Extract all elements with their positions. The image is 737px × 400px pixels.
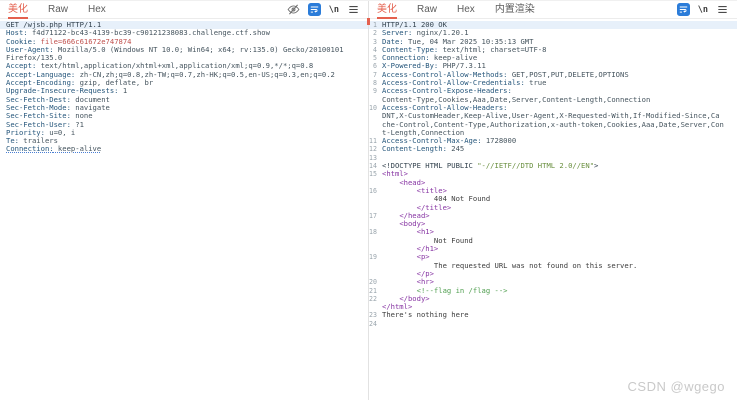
line-number: 21 — [369, 286, 377, 295]
split-handle — [367, 18, 370, 25]
request-editor[interactable]: GET /wjsb.php HTTP/1.1 Host: f4d71122-bc4… — [0, 19, 368, 400]
line-number — [369, 270, 382, 278]
response-toolbar: \n — [676, 1, 729, 18]
line-number — [369, 129, 382, 137]
line-number — [369, 237, 382, 245]
line-number: 18 — [369, 228, 377, 237]
line-number — [369, 195, 382, 203]
line-number — [369, 303, 382, 311]
newline-icon[interactable]: \n — [329, 3, 339, 16]
line-number: 5 — [373, 54, 377, 63]
line-number — [369, 262, 382, 270]
line-number — [369, 112, 382, 120]
code-line: Connection: keep-alive — [6, 144, 102, 154]
line-number: 17 — [369, 211, 377, 220]
response-panel: 美化 Raw Hex 内置渲染 \n 1 HTTP/1.1 200 OK 2 Server:… — [369, 1, 737, 400]
newline-icon[interactable]: \n — [698, 3, 708, 16]
tab-raw[interactable]: Raw — [417, 1, 437, 18]
line-number: 20 — [369, 278, 377, 287]
line-number: 3 — [373, 37, 377, 46]
tab-hex[interactable]: Hex — [457, 1, 475, 18]
response-tabbar: 美化 Raw Hex 内置渲染 \n — [369, 1, 737, 19]
code-line: 12 Content-Length: 245 — [369, 144, 465, 154]
hide-icon[interactable] — [287, 3, 300, 16]
http-traffic-viewer: 美化 Raw Hex \n GET /wjsb.php HTTP/1.1 Host: … — [0, 0, 737, 400]
response-editor[interactable]: 1 HTTP/1.1 200 OK 2 Server: nginx/1.20.1 3 Da… — [369, 19, 737, 400]
line-number — [369, 179, 382, 187]
line-number: 19 — [369, 253, 377, 262]
line-number: 15 — [369, 170, 377, 179]
line-number: 10 — [369, 103, 377, 112]
code-line: 14 <!DOCTYPE HTML PUBLIC "-//IETF//DTD HT… — [369, 161, 599, 171]
line-number — [369, 96, 382, 104]
line-number: 12 — [369, 145, 377, 154]
code-line: 22 </body> — [369, 293, 430, 303]
line-number: 7 — [373, 70, 377, 79]
request-panel: 美化 Raw Hex \n GET /wjsb.php HTTP/1.1 Host: … — [0, 1, 368, 400]
line-number: 23 — [369, 311, 377, 320]
tab-raw[interactable]: Raw — [48, 1, 68, 18]
request-toolbar: \n — [287, 1, 360, 18]
line-number: 8 — [373, 79, 377, 88]
line-number: 9 — [373, 87, 377, 96]
menu-icon[interactable] — [716, 3, 729, 16]
tab-hex[interactable]: Hex — [88, 1, 106, 18]
line-number: 6 — [373, 62, 377, 71]
line-number — [369, 245, 382, 253]
line-number — [369, 204, 382, 212]
line-number: 1 — [373, 21, 377, 29]
line-number: 11 — [369, 137, 377, 146]
code-line: 23 There's nothing here — [369, 310, 469, 320]
line-number: 16 — [369, 186, 377, 195]
panel-divider[interactable] — [367, 1, 370, 400]
line-number: 2 — [373, 29, 377, 38]
code-line: 24 — [369, 320, 737, 328]
word-wrap-icon[interactable] — [676, 3, 690, 16]
line-number: 22 — [369, 294, 377, 303]
line-number: 24 — [369, 319, 377, 328]
request-tabbar: 美化 Raw Hex \n — [0, 1, 368, 19]
line-number — [369, 220, 382, 228]
line-number: 4 — [373, 45, 377, 54]
tab-pretty[interactable]: 美化 — [377, 1, 397, 19]
tab-render[interactable]: 内置渲染 — [495, 1, 535, 18]
line-number: 13 — [369, 153, 377, 162]
line-number — [369, 121, 382, 129]
tab-pretty[interactable]: 美化 — [8, 1, 28, 19]
word-wrap-icon[interactable] — [307, 3, 321, 16]
line-number: 14 — [369, 162, 377, 171]
menu-icon[interactable] — [347, 3, 360, 16]
